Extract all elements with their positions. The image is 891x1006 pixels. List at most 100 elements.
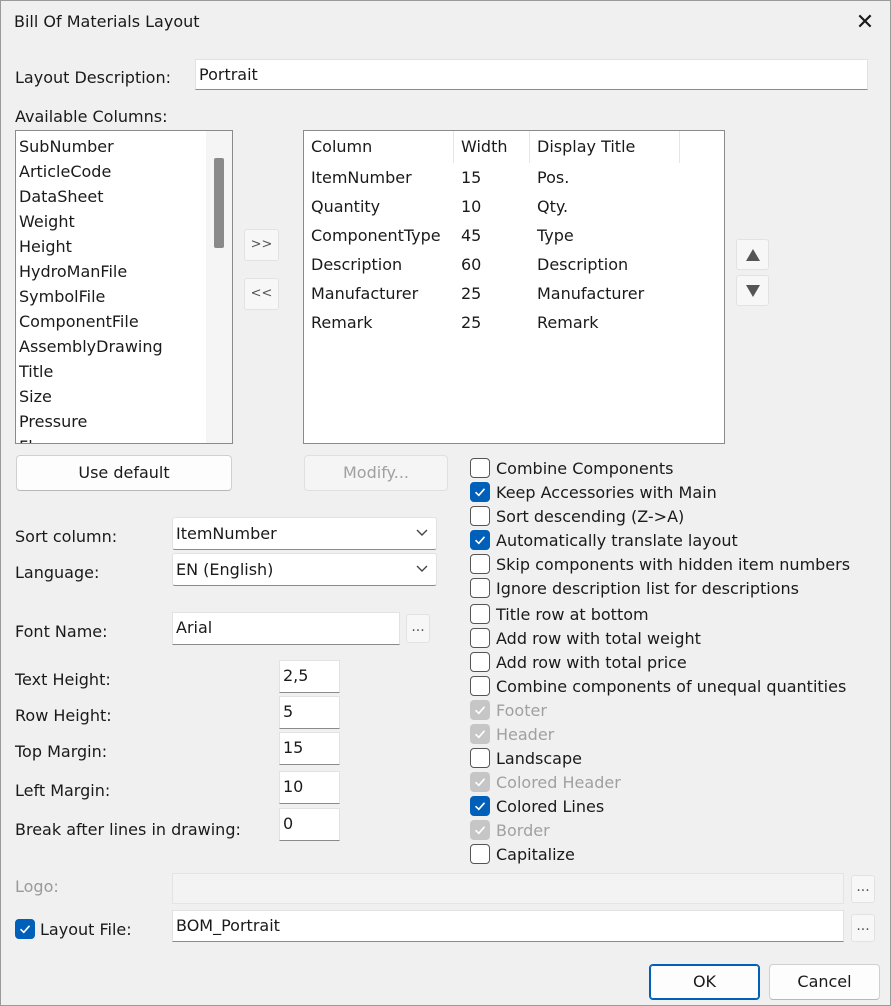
table-row[interactable]: Manufacturer 25 Manufacturer bbox=[304, 279, 724, 308]
checkmark-icon bbox=[474, 778, 486, 787]
option-label: Colored Header bbox=[496, 772, 621, 792]
available-column-item[interactable]: Weight bbox=[16, 209, 232, 234]
option-checkbox-row[interactable]: Combine components of unequal quantities bbox=[470, 674, 846, 698]
table-row[interactable]: ItemNumber 15 Pos. bbox=[304, 163, 724, 192]
logo-input[interactable] bbox=[172, 873, 844, 904]
text-height-input[interactable]: 2,5 bbox=[279, 660, 340, 693]
option-checkbox[interactable] bbox=[470, 796, 490, 816]
option-checkbox-row[interactable]: Border bbox=[470, 818, 550, 842]
display-title-cell: Qty. bbox=[537, 197, 569, 216]
option-checkbox-row[interactable]: Skip components with hidden item numbers bbox=[470, 552, 850, 576]
layout-file-checkbox[interactable] bbox=[15, 919, 35, 939]
available-column-item[interactable]: SymbolFile bbox=[16, 284, 232, 309]
available-column-item[interactable]: ComponentFile bbox=[16, 309, 232, 334]
option-label: Sort descending (Z->A) bbox=[496, 506, 685, 526]
checkmark-icon bbox=[474, 536, 486, 545]
option-checkbox[interactable] bbox=[470, 844, 490, 864]
sort-column-select[interactable]: ItemNumber bbox=[172, 517, 437, 550]
logo-browse-button[interactable]: ... bbox=[851, 875, 875, 903]
option-checkbox bbox=[470, 724, 490, 744]
option-checkbox[interactable] bbox=[470, 554, 490, 574]
option-checkbox[interactable] bbox=[470, 604, 490, 624]
layout-description-label: Layout Description: bbox=[15, 68, 171, 87]
available-column-item[interactable]: Flow bbox=[16, 434, 232, 443]
cancel-button[interactable]: Cancel bbox=[769, 964, 880, 1000]
layout-file-browse-button[interactable]: ... bbox=[851, 914, 875, 942]
option-checkbox[interactable] bbox=[470, 458, 490, 478]
option-checkbox[interactable] bbox=[470, 748, 490, 768]
option-checkbox-row[interactable]: Capitalize bbox=[470, 842, 575, 866]
move-down-button[interactable] bbox=[736, 275, 769, 306]
option-checkbox-row[interactable]: Add row with total weight bbox=[470, 626, 701, 650]
available-column-item[interactable]: DataSheet bbox=[16, 184, 232, 209]
option-checkbox-row[interactable]: Ignore description list for descriptions bbox=[470, 576, 799, 600]
break-after-label: Break after lines in drawing: bbox=[15, 820, 241, 839]
option-checkbox[interactable] bbox=[470, 676, 490, 696]
scrollbar-thumb[interactable] bbox=[214, 158, 224, 248]
left-margin-input[interactable]: 10 bbox=[279, 771, 340, 804]
font-browse-button[interactable]: ... bbox=[406, 614, 430, 643]
left-margin-label: Left Margin: bbox=[15, 781, 111, 800]
option-checkbox[interactable] bbox=[470, 482, 490, 502]
triangle-up-icon bbox=[745, 249, 760, 261]
available-column-item[interactable]: ArticleCode bbox=[16, 159, 232, 184]
available-column-item[interactable]: AssemblyDrawing bbox=[16, 334, 232, 359]
available-columns-scrollbar[interactable] bbox=[206, 131, 232, 443]
available-column-item[interactable]: HydroManFile bbox=[16, 259, 232, 284]
top-margin-input[interactable]: 15 bbox=[279, 732, 340, 765]
option-checkbox-row[interactable]: Colored Lines bbox=[470, 794, 604, 818]
column-cell: Manufacturer bbox=[311, 284, 419, 303]
modify-button[interactable]: Modify... bbox=[304, 455, 448, 491]
option-checkbox-row[interactable]: Landscape bbox=[470, 746, 582, 770]
option-checkbox[interactable] bbox=[470, 628, 490, 648]
option-checkbox-row[interactable]: Title row at bottom bbox=[470, 602, 649, 626]
ok-button[interactable]: OK bbox=[649, 964, 760, 1000]
bom-layout-dialog: Bill Of Materials Layout ✕ Layout Descri… bbox=[0, 0, 891, 1006]
column-header-column[interactable]: Column bbox=[304, 131, 454, 163]
chevron-down-icon bbox=[416, 565, 428, 572]
option-checkbox[interactable] bbox=[470, 578, 490, 598]
available-column-item[interactable]: Size bbox=[16, 384, 232, 409]
option-label: Footer bbox=[496, 700, 547, 720]
move-up-button[interactable] bbox=[736, 239, 769, 270]
option-checkbox-row[interactable]: Automatically translate layout bbox=[470, 528, 738, 552]
option-checkbox[interactable] bbox=[470, 530, 490, 550]
break-after-input[interactable]: 0 bbox=[279, 808, 340, 841]
close-icon[interactable]: ✕ bbox=[851, 9, 879, 37]
width-cell: 25 bbox=[461, 284, 482, 303]
table-row[interactable]: Description 60 Description bbox=[304, 250, 724, 279]
option-checkbox[interactable] bbox=[470, 652, 490, 672]
table-row[interactable]: Quantity 10 Qty. bbox=[304, 192, 724, 221]
available-column-item[interactable]: SubNumber bbox=[16, 134, 232, 159]
available-columns-list[interactable]: SubNumber ArticleCode DataSheet Weight Heigh… bbox=[15, 130, 233, 444]
available-column-item[interactable]: Height bbox=[16, 234, 232, 259]
remove-column-button[interactable]: << bbox=[244, 278, 279, 310]
checkmark-icon bbox=[474, 706, 486, 715]
layout-file-input[interactable]: BOM_Portrait bbox=[172, 910, 844, 942]
font-name-label: Font Name: bbox=[15, 622, 108, 641]
option-checkbox-row[interactable]: Header bbox=[470, 722, 554, 746]
table-row[interactable]: Remark 25 Remark bbox=[304, 308, 724, 337]
table-row[interactable]: ComponentType 45 Type bbox=[304, 221, 724, 250]
layout-file-label: Layout File: bbox=[40, 919, 132, 939]
option-checkbox-row[interactable]: Colored Header bbox=[470, 770, 621, 794]
option-checkbox-row[interactable]: Sort descending (Z->A) bbox=[470, 504, 684, 528]
available-column-item[interactable]: Pressure bbox=[16, 409, 232, 434]
add-column-button[interactable]: >> bbox=[244, 229, 279, 261]
font-name-input[interactable]: Arial bbox=[172, 612, 400, 645]
layout-description-input[interactable]: Portrait bbox=[195, 59, 868, 90]
language-select[interactable]: EN (English) bbox=[172, 553, 437, 586]
column-header-display-title[interactable]: Display Title bbox=[530, 131, 680, 163]
option-checkbox-row[interactable]: Add row with total price bbox=[470, 650, 687, 674]
column-header-width[interactable]: Width bbox=[454, 131, 530, 163]
available-columns-label: Available Columns: bbox=[15, 107, 168, 126]
use-default-button[interactable]: Use default bbox=[16, 455, 232, 491]
selected-columns-table[interactable]: Column Width Display Title ItemNumber 15 P… bbox=[303, 130, 725, 444]
row-height-input[interactable]: 5 bbox=[279, 696, 340, 729]
available-column-item[interactable]: Title bbox=[16, 359, 232, 384]
option-checkbox-row[interactable]: Keep Accessories with Main bbox=[470, 480, 717, 504]
option-checkbox[interactable] bbox=[470, 506, 490, 526]
layout-file-checkbox-row[interactable]: Layout File: bbox=[15, 919, 132, 939]
option-checkbox-row[interactable]: Combine Components bbox=[470, 456, 673, 480]
option-checkbox-row[interactable]: Footer bbox=[470, 698, 547, 722]
